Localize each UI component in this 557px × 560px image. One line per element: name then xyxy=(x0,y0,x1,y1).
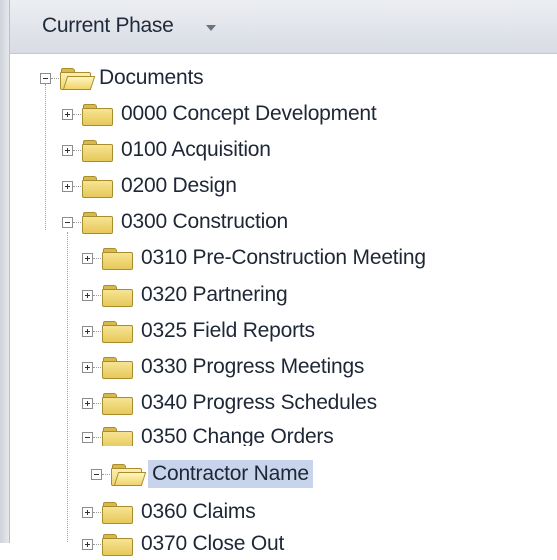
expand-toggle-icon[interactable] xyxy=(82,252,93,264)
folder-tree: Documents 0000 Concept Development 0100 … xyxy=(0,0,557,556)
tree-node-label[interactable]: Documents xyxy=(99,66,204,90)
tree-guide-line xyxy=(67,232,68,542)
folder-icon xyxy=(81,211,113,234)
tree-node-documents[interactable]: Documents xyxy=(40,62,204,94)
expand-toggle-icon[interactable] xyxy=(82,361,93,373)
tree-node-label[interactable]: 0320 Partnering xyxy=(141,283,288,307)
tree-node-0200[interactable]: 0200 Design xyxy=(62,170,237,202)
open-folder-icon xyxy=(59,67,96,90)
tree-guide-line xyxy=(45,84,46,230)
tree-node-0300[interactable]: 0300 Construction xyxy=(62,206,288,238)
tree-node-0325[interactable]: 0325 Field Reports xyxy=(82,315,315,347)
tree-node-contractor-name[interactable]: Contractor Name xyxy=(91,458,313,490)
expand-toggle-icon[interactable] xyxy=(62,180,73,192)
tree-node-label[interactable]: 0325 Field Reports xyxy=(141,319,315,343)
tree-node-0310[interactable]: 0310 Pre-Construction Meeting xyxy=(82,242,426,274)
tree-node-0320[interactable]: 0320 Partnering xyxy=(82,279,288,311)
collapse-toggle-icon[interactable] xyxy=(82,431,93,443)
folder-icon xyxy=(101,320,133,343)
expand-toggle-icon[interactable] xyxy=(82,397,93,409)
tree-node-label[interactable]: 0000 Concept Development xyxy=(121,102,377,126)
tree-node-label[interactable]: 0340 Progress Schedules xyxy=(141,391,377,415)
folder-icon xyxy=(81,103,113,126)
expand-toggle-icon[interactable] xyxy=(82,538,93,550)
tree-node-0000[interactable]: 0000 Concept Development xyxy=(62,98,377,130)
tree-node-0340[interactable]: 0340 Progress Schedules xyxy=(82,387,377,419)
tree-node-label[interactable]: 0330 Progress Meetings xyxy=(141,355,364,379)
tree-node-0330[interactable]: 0330 Progress Meetings xyxy=(82,351,364,383)
folder-icon xyxy=(101,392,133,415)
folder-icon xyxy=(81,175,113,198)
folder-icon xyxy=(101,356,133,379)
tree-node-label[interactable]: 0370 Close Out xyxy=(141,532,284,556)
tree-node-label[interactable]: 0300 Construction xyxy=(121,210,288,234)
collapse-toggle-icon[interactable] xyxy=(62,216,73,228)
tree-node-0370[interactable]: 0370 Close Out xyxy=(82,528,284,560)
open-folder-icon xyxy=(110,463,147,486)
expand-toggle-icon[interactable] xyxy=(62,108,73,120)
tree-node-label[interactable]: 0100 Acquisition xyxy=(121,138,271,162)
tree-node-label[interactable]: 0200 Design xyxy=(121,174,237,198)
zoomed-selection-overlay: Contractor Name xyxy=(81,446,441,502)
tree-node-0100[interactable]: 0100 Acquisition xyxy=(62,134,271,166)
tree-node-label[interactable]: 0310 Pre-Construction Meeting xyxy=(141,246,426,270)
collapse-toggle-icon[interactable] xyxy=(40,72,51,84)
folder-icon xyxy=(101,426,133,449)
folder-icon xyxy=(101,247,133,270)
folder-icon xyxy=(101,533,133,556)
expand-toggle-icon[interactable] xyxy=(82,506,93,518)
selected-node-label[interactable]: Contractor Name xyxy=(148,460,313,488)
expand-toggle-icon[interactable] xyxy=(82,325,93,337)
tree-node-label[interactable]: 0360 Claims xyxy=(141,500,256,524)
folder-icon xyxy=(101,284,133,307)
expand-toggle-icon[interactable] xyxy=(82,289,93,301)
collapse-toggle-icon[interactable] xyxy=(91,468,102,480)
expand-toggle-icon[interactable] xyxy=(62,144,73,156)
folder-icon xyxy=(81,139,113,162)
folder-icon xyxy=(101,501,133,524)
